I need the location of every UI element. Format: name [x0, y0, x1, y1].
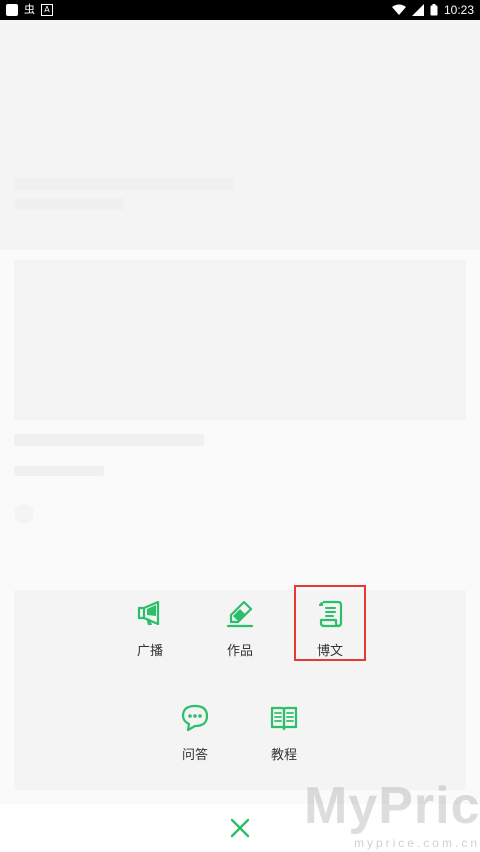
publish-menu: 广播 作品 博文 问答 教程	[0, 0, 480, 852]
pen-icon	[226, 600, 254, 628]
menu-item-label: 广播	[136, 644, 163, 659]
menu-item-label: 教程	[270, 748, 297, 763]
menu-item-qa[interactable]: 问答	[145, 702, 245, 763]
chat-bubble-icon	[181, 704, 209, 732]
menu-item-label: 作品	[226, 644, 253, 659]
menu-item-label: 问答	[181, 748, 208, 763]
highlight-box	[294, 585, 366, 661]
close-icon[interactable]	[228, 816, 252, 840]
megaphone-icon	[137, 600, 160, 626]
book-icon	[270, 706, 298, 731]
menu-item-works[interactable]: 作品	[190, 598, 290, 659]
menu-item-broadcast[interactable]: 广播	[100, 598, 200, 659]
menu-item-tutorial[interactable]: 教程	[234, 702, 334, 763]
